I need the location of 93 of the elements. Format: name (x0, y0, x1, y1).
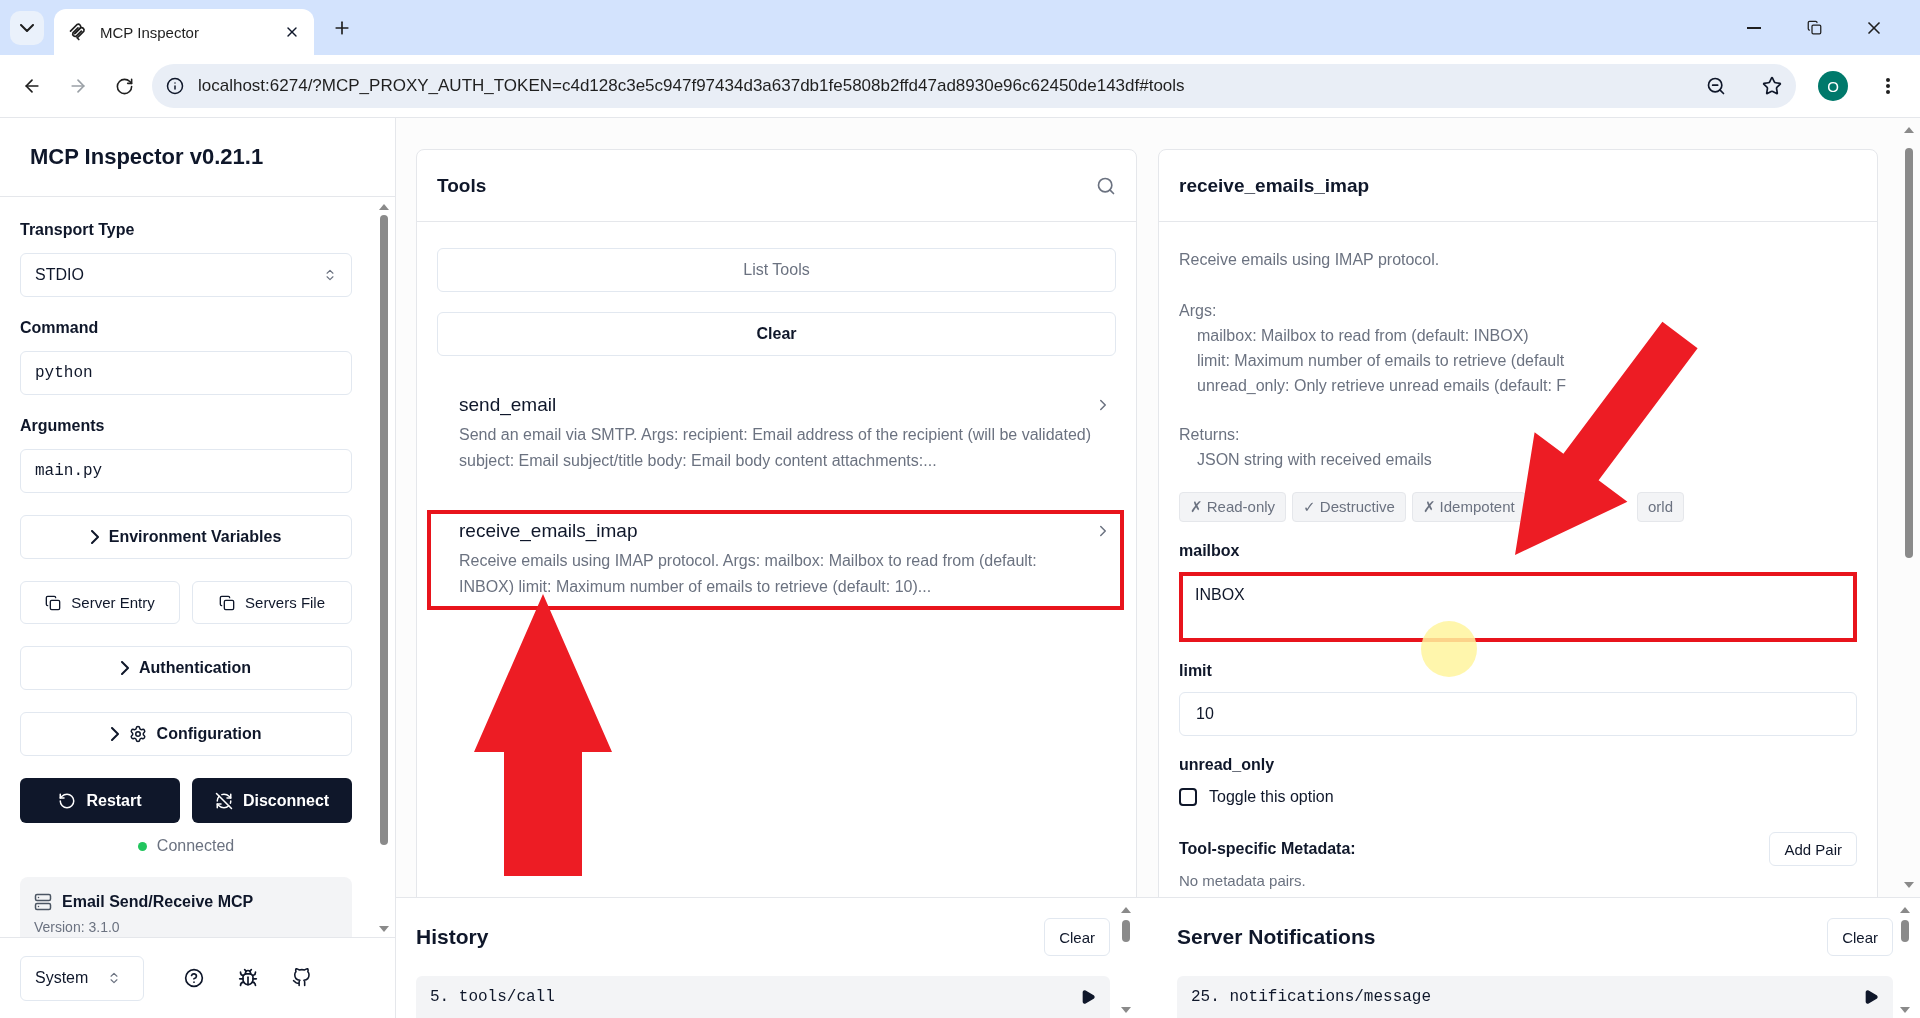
restore-icon (1806, 20, 1822, 35)
copy-icon (219, 594, 236, 611)
chevron-icon (90, 530, 99, 544)
settings-icon (128, 725, 147, 743)
annotation-badge: orld (1637, 492, 1684, 522)
theme-select[interactable]: System (20, 955, 144, 1001)
bookmark-star-icon[interactable] (1762, 76, 1782, 96)
annotation-badge: ✗ Read-only (1179, 492, 1287, 522)
clear-button[interactable]: Clear (437, 312, 1116, 356)
environment-variables-button[interactable]: Environment Variables (20, 515, 353, 559)
copy-button[interactable]: Servers File (192, 581, 353, 624)
field-label: Transport Type (20, 221, 136, 239)
restart-button[interactable]: Restart (20, 778, 181, 823)
reload-icon (114, 76, 134, 96)
disconnect-icon (214, 791, 233, 810)
card-title: receive_emails_imap (1179, 174, 1370, 197)
tool-item[interactable]: send_email Send an email via SMTP. Args: recipient: Email address of the recipient (will be validated) subject: Email subject/title body: Email body content attachments:... (429, 386, 1122, 482)
annotation-badge: ✓ Destructive (1292, 492, 1406, 522)
copy-icon (45, 594, 62, 611)
scroll-down-icon[interactable] (1898, 1006, 1911, 1014)
checkbox-label: Toggle this option (1209, 788, 1334, 806)
scroll-down-icon[interactable] (377, 925, 390, 933)
chevron-icon (121, 661, 130, 675)
disconnect-button[interactable]: Disconnect (192, 778, 353, 823)
scroll-up-icon[interactable] (1902, 126, 1915, 134)
scrollbar-thumb[interactable] (1121, 920, 1130, 942)
url-text: localhost:6274/?MCP_PROXY_AUTH_TOKEN=c4d128c3e5c947f97434d3a637db1fe5808b2ffd47ad8930e96c62450de143df#tools (198, 76, 1186, 96)
scroll-up-icon[interactable] (1119, 906, 1132, 914)
app-title: MCP Inspector v0.21.1 (30, 144, 264, 170)
scrollbar-thumb[interactable] (379, 215, 388, 845)
browser-tab[interactable]: MCP Inspector (54, 9, 314, 55)
minimize-icon (1747, 26, 1761, 29)
server-icon (34, 893, 52, 911)
log-entry[interactable]: 25. notifications/message (1177, 976, 1893, 1018)
scroll-up-icon[interactable] (1898, 906, 1911, 914)
returns-heading: Returns: (1179, 425, 1241, 445)
server-name: Email Send/Receive MCP (62, 893, 254, 911)
profile-avatar[interactable]: O (1818, 71, 1848, 101)
logo-icon (68, 22, 88, 42)
copy-button[interactable]: Server Entry (20, 581, 181, 624)
github-icon[interactable] (292, 968, 311, 987)
chevron-down-icon (20, 23, 34, 32)
authentication-button[interactable]: Authentication (20, 646, 353, 690)
args-heading: Args: (1179, 301, 1218, 321)
arg-text: mailbox: Mailbox to read from (default: INBOX) (1196, 326, 1530, 346)
returns-text: JSON string with received emails (1196, 450, 1433, 470)
log-entry[interactable]: 5. tools/call (416, 976, 1110, 1018)
tool-item[interactable]: receive_emails_imap Receive emails using IMAP protocol. Args: mailbox: Mailbox to read from (default: INBOX) limit: Maximum number of emails to retrieve (default: 10)... (429, 512, 1122, 608)
tool-summary: Receive emails using IMAP protocol. (1179, 250, 1441, 270)
address-bar[interactable]: localhost:6274/?MCP_PROXY_AUTH_TOKEN=c4d128c3e5c947f97434d3a637db1fe5808b2ffd47ad8930e96c62450de143df#tools (152, 64, 1796, 108)
panel-title: Server Notifications (1177, 925, 1376, 949)
empty-metadata-text: No metadata pairs. (1179, 872, 1307, 889)
transport-select[interactable]: STDIO (20, 253, 353, 297)
scrollbar-thumb[interactable] (1900, 920, 1909, 942)
chevron-icon (110, 727, 119, 741)
search-icon[interactable] (1096, 175, 1116, 196)
command-field[interactable]: python (20, 351, 353, 395)
restart-icon (58, 791, 77, 810)
help-icon[interactable] (184, 968, 204, 988)
info-icon (166, 77, 184, 95)
scroll-up-icon[interactable] (377, 203, 390, 211)
text-area[interactable]: INBOX (1179, 572, 1857, 642)
server-version: Version: 3.1.0 (34, 919, 121, 935)
scroll-down-icon[interactable] (1902, 881, 1915, 889)
play-icon (1080, 989, 1096, 1005)
tab-list-button[interactable] (10, 10, 44, 45)
scrollbar-thumb[interactable] (1904, 148, 1913, 558)
arg-text: unread_only: Only retrieve unread emails (default: F (1196, 376, 1568, 396)
bug-icon[interactable] (238, 968, 258, 988)
card-title: Tools (437, 174, 487, 197)
field-label: Command (20, 319, 100, 337)
field-label: limit (1179, 662, 1213, 680)
clear-button[interactable]: Clear (1827, 918, 1893, 956)
annotation-badge: ✗ Idempotent (1411, 492, 1526, 522)
arg-text: limit: Maximum number of emails to retrieve (default (1196, 351, 1566, 371)
list-tools-button[interactable]: List Tools (437, 248, 1116, 292)
configuration-button[interactable]: Configuration (20, 712, 353, 756)
panel-title: History (416, 925, 489, 949)
input-field[interactable]: 10 (1179, 692, 1857, 736)
field-label: mailbox (1179, 542, 1241, 560)
field-label: Arguments (20, 417, 106, 435)
clear-button[interactable]: Clear (1044, 918, 1110, 956)
checkbox[interactable] (1179, 788, 1197, 806)
field-label: unread_only (1179, 756, 1276, 774)
zoom-icon[interactable] (1706, 76, 1726, 96)
scroll-down-icon[interactable] (1119, 1006, 1132, 1014)
status-text: Connected (156, 837, 235, 855)
cursor-highlight (1420, 620, 1478, 678)
play-icon (1863, 989, 1879, 1005)
menu-dots-icon (1886, 78, 1890, 94)
add-pair-button[interactable]: Add Pair (1769, 832, 1857, 866)
metadata-title: Tool-specific Metadata: (1179, 840, 1356, 858)
arguments-field[interactable]: main.py (20, 449, 353, 493)
